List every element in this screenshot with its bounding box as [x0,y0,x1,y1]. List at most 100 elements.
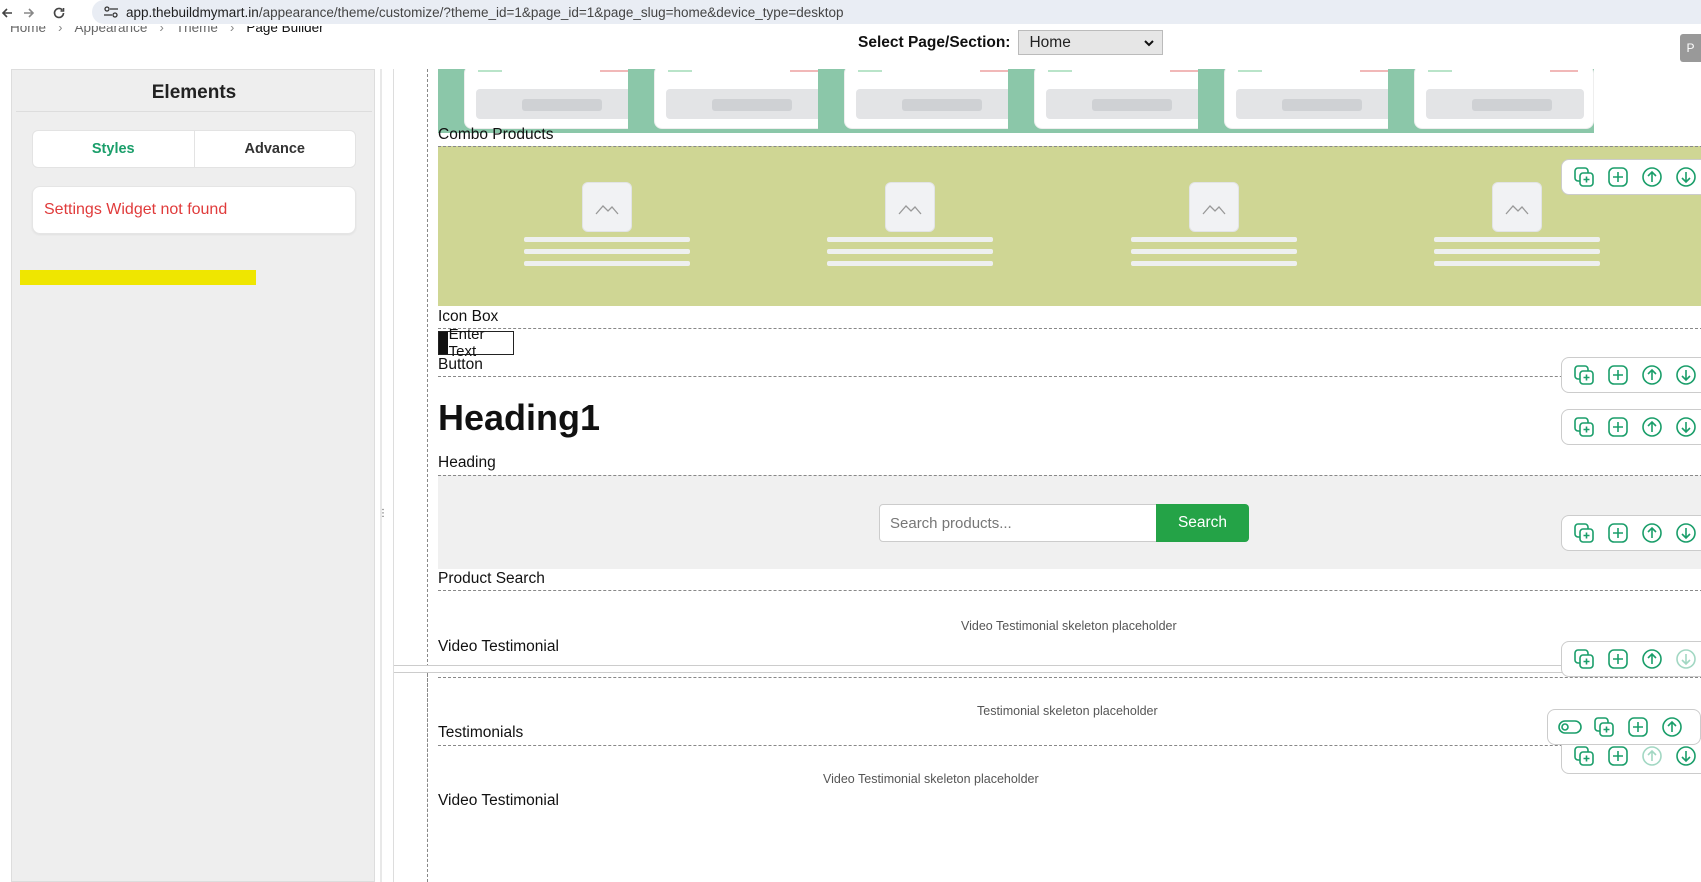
image-placeholder-icon [582,182,632,232]
move-up-icon [1640,744,1664,768]
add-icon[interactable] [1626,715,1650,739]
block-toolbar [1561,515,1701,551]
page-select-row: Select Page/Section: Home [858,30,1164,55]
move-down-icon[interactable] [1674,744,1698,768]
block-toolbar [1561,159,1701,195]
move-up-icon[interactable] [1640,165,1664,189]
panel-splitter[interactable] [380,69,382,882]
duplicate-icon[interactable] [1572,647,1596,671]
duplicate-icon[interactable] [1572,521,1596,545]
block-label-icon-box: Icon Box [438,308,499,325]
video-testimonial-placeholder-2: Video Testimonial skeleton placeholder [823,772,1039,786]
page-select-label: Select Page/Section: [858,33,1011,51]
move-up-icon[interactable] [1640,647,1664,671]
breadcrumb-appearance[interactable]: Appearance [75,26,148,35]
image-placeholder-icon [885,182,935,232]
combo-item [524,147,690,306]
video-testimonial-block[interactable]: Video Testimonial skeleton placeholder [438,590,1701,658]
enter-text-button[interactable]: Enter Text [438,326,514,360]
heading-block[interactable]: Heading1 [438,376,1701,474]
toggle-icon[interactable] [1558,715,1582,739]
duplicate-icon[interactable] [1572,363,1596,387]
settings-widget-message: Settings Widget not found [32,186,356,234]
highlight-bar [20,270,256,285]
move-down-icon[interactable] [1674,415,1698,439]
add-icon[interactable] [1606,415,1630,439]
move-up-icon[interactable] [1640,363,1664,387]
product-slider-preview [438,69,1701,133]
slide-card [1198,69,1404,133]
preview-button[interactable]: P [1680,34,1701,62]
slide-card [628,69,834,133]
product-search-block[interactable]: Search products... Search [438,475,1701,569]
duplicate-icon[interactable] [1572,415,1596,439]
drag-handle-icon[interactable]: ⋮ [378,506,388,520]
duplicate-icon[interactable] [1572,165,1596,189]
address-bar[interactable]: app.thebuildmymart.in/appearance/theme/c… [92,0,1701,24]
combo-products-block[interactable] [438,146,1701,306]
add-icon[interactable] [1606,363,1630,387]
slide-card [438,69,644,133]
url-text: app.thebuildmymart.in/appearance/theme/c… [126,4,844,20]
button-block[interactable]: Enter Text [438,326,1701,376]
video-testimonial-block-2[interactable]: Video Testimonial skeleton placeholder [438,745,1701,813]
block-label-product-search: Product Search [438,570,545,587]
section-lower: Testimonial skeleton placeholder Testimo… [427,673,1701,882]
site-settings-icon[interactable] [102,5,120,19]
slide-card [818,69,1024,133]
block-label-button: Button [438,356,483,373]
move-up-icon[interactable] [1660,715,1684,739]
move-up-icon[interactable] [1640,415,1664,439]
elements-sidebar: Elements Styles Advance Settings Widget … [11,69,375,882]
heading-text[interactable]: Heading1 [438,397,600,439]
reload-icon[interactable] [44,0,74,26]
block-label-testimonials: Testimonials [438,724,524,741]
move-up-icon[interactable] [1640,521,1664,545]
move-down-icon[interactable] [1674,521,1698,545]
search-button[interactable]: Search [1156,504,1249,542]
testimonials-block[interactable]: Testimonial skeleton placeholder [438,677,1701,741]
breadcrumb-home[interactable]: Home [10,26,46,35]
slide-card [1388,69,1594,133]
page-select[interactable]: Home [1018,30,1164,55]
tab-styles[interactable]: Styles [33,131,195,167]
testimonial-placeholder: Testimonial skeleton placeholder [977,704,1158,718]
image-placeholder-icon [1492,182,1542,232]
search-input[interactable]: Search products... [879,504,1157,542]
section-divider [394,665,1701,673]
builder-canvas: Combo Products Icon Box Enter Text Butto… [393,69,1701,882]
breadcrumb-page-builder: Page Builder [246,26,324,35]
add-icon[interactable] [1606,744,1630,768]
back-icon[interactable] [0,0,14,26]
section-toolbar [1547,709,1701,745]
block-toolbar [1561,641,1701,677]
move-down-icon[interactable] [1674,363,1698,387]
chevron-right-icon: › [58,26,63,35]
duplicate-icon[interactable] [1572,744,1596,768]
block-toolbar [1561,357,1701,393]
chevron-down-icon [1144,34,1155,52]
add-icon[interactable] [1606,647,1630,671]
chevron-right-icon: › [159,26,164,35]
sidebar-tabs: Styles Advance [32,130,356,168]
block-label-video-testimonial-2: Video Testimonial [438,792,559,809]
image-placeholder-icon [1189,182,1239,232]
move-down-icon[interactable] [1674,165,1698,189]
duplicate-icon[interactable] [1592,715,1616,739]
slide-card [1008,69,1214,133]
tab-advance[interactable]: Advance [195,131,356,167]
block-label-video-testimonial: Video Testimonial [438,638,559,655]
forward-icon[interactable] [14,0,44,26]
combo-item [1131,147,1297,306]
move-down-icon [1674,647,1698,671]
video-testimonial-placeholder: Video Testimonial skeleton placeholder [961,619,1177,633]
sidebar-title: Elements [16,74,372,112]
add-icon[interactable] [1606,165,1630,189]
breadcrumb-theme[interactable]: Theme [176,26,218,35]
breadcrumb: Home › Appearance › Theme › Page Builder [0,26,324,40]
block-label-heading: Heading [438,454,496,471]
combo-item [827,147,993,306]
block-toolbar [1561,409,1701,445]
block-label-combo-products: Combo Products [438,126,554,143]
add-icon[interactable] [1606,521,1630,545]
